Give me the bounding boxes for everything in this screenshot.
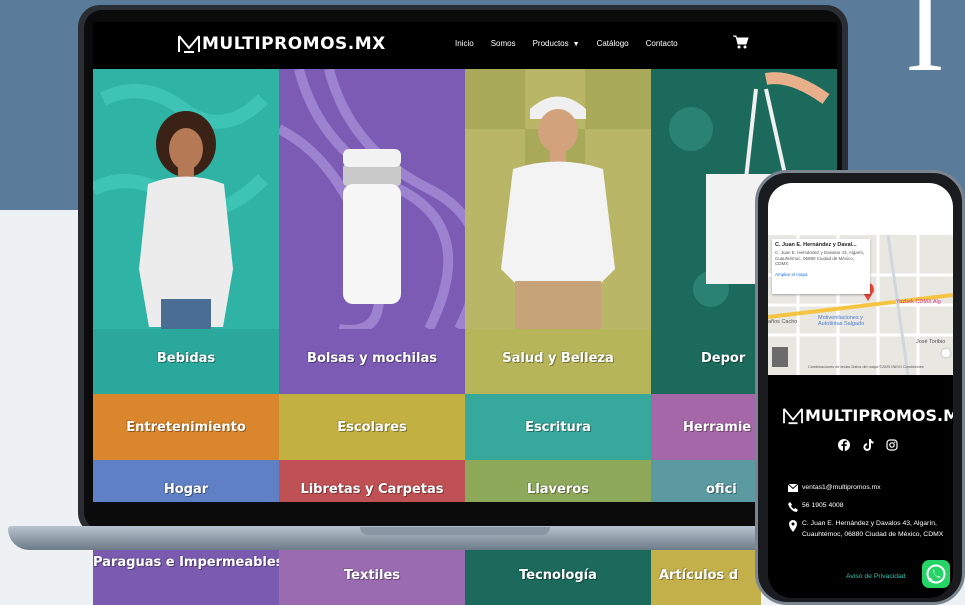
- map-enlarge-link[interactable]: Ampliar el mapa: [775, 272, 867, 277]
- category-tile[interactable]: Artículos d: [651, 550, 761, 605]
- category-tile-bolsas[interactable]: Bolsas y mochilas: [279, 69, 465, 394]
- map-info-card: C. Juan E. Hernández y Daval... C. Juan …: [772, 239, 870, 294]
- category-label: Entretenimiento: [126, 420, 246, 435]
- address-text: C. Juan E. Hernández y Davalos 43, Algar…: [802, 519, 944, 538]
- site-navbar: MULTIPROMOS.MX Inicio Somos Productos ▼ C…: [93, 22, 837, 69]
- nav-link-productos[interactable]: Productos ▼: [533, 39, 580, 48]
- contact-phone[interactable]: 56 1905 4008: [788, 501, 948, 512]
- category-tile[interactable]: Llaveros: [465, 460, 651, 502]
- nav-link-label: Productos: [532, 39, 569, 48]
- map-footer: Combinaciones de teclas Datos del mapa ©…: [808, 365, 924, 369]
- footer-logo[interactable]: MULTIPROMOS.MX: [783, 406, 953, 425]
- phone-icon: [788, 501, 798, 512]
- map-card-title: C. Juan E. Hernández y Daval...: [775, 242, 857, 248]
- location-pin-icon: [789, 519, 797, 532]
- laptop-screen: MULTIPROMOS.MX Inicio Somos Productos ▼ C…: [93, 22, 837, 502]
- social-links: [838, 439, 898, 451]
- contact-email[interactable]: ventas1@multipromos.mx: [788, 483, 948, 494]
- category-label: Bebidas: [156, 351, 216, 366]
- category-label: Salud y Belleza: [502, 351, 614, 366]
- phone-text: 56 1905 4008: [802, 501, 844, 509]
- map-label: años Cacho: [768, 319, 798, 325]
- nav-menu: Inicio Somos Productos ▼ Catálogo Contact…: [455, 39, 695, 48]
- phone-page-top: [768, 183, 953, 235]
- instagram-icon[interactable]: [886, 439, 898, 451]
- map-label: Yazbek CDMX Alg: [896, 299, 941, 305]
- cart-icon[interactable]: [733, 35, 749, 49]
- category-tile[interactable]: Libretas y Carpetas: [279, 460, 465, 502]
- category-tile-salud[interactable]: Salud y Belleza: [465, 69, 651, 394]
- tiktok-icon[interactable]: [862, 439, 874, 451]
- embedded-map[interactable]: C. Juan E. Hernández y Daval... C. Juan …: [768, 235, 953, 375]
- nav-link-contacto[interactable]: Contacto: [646, 39, 678, 48]
- footer-logo-text: MULTIPROMOS.MX: [805, 406, 953, 425]
- category-label: Escolares: [337, 420, 407, 435]
- category-label: Libretas y Carpetas: [300, 482, 444, 497]
- category-label: Hogar: [163, 482, 209, 497]
- facebook-icon[interactable]: [838, 439, 850, 451]
- logo-text: MULTIPROMOS.MX: [202, 34, 386, 54]
- contact-address: C. Juan E. Hernández y Davalos 43, Algar…: [788, 519, 948, 541]
- phone-screen: C. Juan E. Hernández y Daval... C. Juan …: [768, 183, 953, 598]
- map-label: Motivenilaciones y Autotintas Salgado: [818, 315, 865, 328]
- category-label: Escritura: [525, 420, 591, 435]
- category-tile[interactable]: Entretenimiento: [93, 394, 279, 460]
- woman-tshirt-image: [93, 69, 279, 329]
- whatsapp-icon[interactable]: [922, 560, 950, 588]
- privacy-link[interactable]: Aviso de Privacidad: [846, 573, 906, 580]
- category-tile[interactable]: Hogar: [93, 460, 279, 502]
- map-label: José Toribio: [916, 339, 946, 345]
- email-text: ventas1@multipromos.mx: [802, 484, 881, 491]
- category-tile[interactable]: Paraguas e Impermeables: [93, 550, 284, 605]
- nav-link-somos[interactable]: Somos: [491, 39, 516, 48]
- smartphone: C. Juan E. Hernández y Daval... C. Juan …: [755, 170, 965, 605]
- nav-link-catalogo[interactable]: Catálogo: [597, 39, 629, 48]
- category-label: Tecnología: [519, 568, 597, 583]
- logo-mark-icon: [783, 407, 803, 424]
- category-tile-bebidas[interactable]: Bebidas: [93, 69, 279, 394]
- category-tile[interactable]: Tecnología: [465, 550, 651, 605]
- contact-info: ventas1@multipromos.mx 56 1905 4008 C. J…: [788, 483, 948, 548]
- category-tile[interactable]: Escolares: [279, 394, 465, 460]
- chevron-down-icon: ▼: [572, 41, 580, 48]
- logo-mark-icon: [178, 35, 200, 53]
- category-grid: Bebidas Bolsas y mochilas Salud y Bellez…: [93, 69, 837, 502]
- category-label: Llaveros: [527, 482, 589, 497]
- category-label: Artículos d: [659, 568, 739, 583]
- envelope-icon: [788, 484, 798, 492]
- map-card-address: C. Juan E. Hernández y Davalos 43, Algar…: [775, 250, 865, 267]
- laptop-groove: [360, 527, 550, 535]
- nav-link-inicio[interactable]: Inicio: [455, 39, 474, 48]
- category-label: Textiles: [343, 568, 401, 583]
- category-label: Paraguas e Impermeables: [93, 555, 284, 570]
- category-label: Bolsas y mochilas: [307, 351, 437, 366]
- decorative-glyph: I: [905, 0, 945, 96]
- tumbler-image: [279, 69, 465, 329]
- category-tile[interactable]: Escritura: [465, 394, 651, 460]
- category-tile[interactable]: Textiles: [279, 550, 465, 605]
- site-logo[interactable]: MULTIPROMOS.MX: [178, 34, 386, 54]
- man-cap-image: [465, 69, 651, 329]
